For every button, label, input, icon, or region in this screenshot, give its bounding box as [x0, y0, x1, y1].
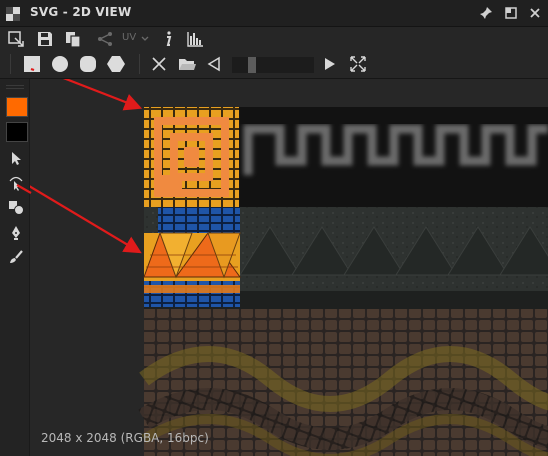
- toolbar-grip: [10, 54, 11, 74]
- copy-icon[interactable]: [63, 29, 83, 49]
- maximize-icon[interactable]: [503, 5, 519, 21]
- toolbar-separator: [139, 54, 140, 74]
- foreground-color-swatch[interactable]: [6, 97, 28, 117]
- title-bar: SVG - 2D VIEW: [0, 0, 548, 27]
- pin-icon[interactable]: [478, 5, 494, 21]
- folder-icon[interactable]: [177, 54, 197, 74]
- texture-canvas[interactable]: [30, 79, 548, 456]
- tool-sidebar: [0, 79, 30, 456]
- previous-icon[interactable]: [204, 54, 224, 74]
- info-icon[interactable]: [158, 29, 178, 49]
- slider-thumb[interactable]: [248, 57, 256, 73]
- node-edit-icon[interactable]: [8, 175, 24, 191]
- sidebar-grip: [6, 88, 24, 89]
- select-arrow-icon[interactable]: [8, 150, 24, 166]
- image-resolution-status: 2048 x 2048 (RGBA, 16bpc): [41, 431, 209, 445]
- uv-dropdown[interactable]: UV: [122, 32, 136, 43]
- navigation-slider[interactable]: [232, 57, 314, 73]
- window-title: SVG - 2D VIEW: [30, 5, 132, 19]
- checker-icon: [6, 6, 20, 21]
- delete-icon[interactable]: [149, 54, 169, 74]
- polygon-icon[interactable]: [106, 54, 126, 74]
- shapes-tool-icon[interactable]: [8, 199, 24, 215]
- histogram-icon[interactable]: [185, 29, 205, 49]
- export-icon[interactable]: [6, 29, 26, 49]
- circle-shape-icon[interactable]: [50, 54, 70, 74]
- close-icon[interactable]: [527, 5, 543, 21]
- chevron-down-icon[interactable]: [140, 29, 150, 49]
- brush-tool-icon[interactable]: [8, 249, 24, 265]
- pen-tool-icon[interactable]: [8, 225, 24, 241]
- share-icon[interactable]: [95, 29, 115, 49]
- sidebar-grip: [6, 85, 24, 86]
- fit-view-icon[interactable]: [348, 54, 368, 74]
- rectangle-shape-icon[interactable]: [22, 54, 42, 74]
- next-icon[interactable]: [320, 54, 340, 74]
- save-icon[interactable]: [35, 29, 55, 49]
- canvas-viewport[interactable]: [30, 79, 548, 456]
- rounded-rectangle-icon[interactable]: [78, 54, 98, 74]
- toolbar-main: UV: [0, 27, 548, 51]
- background-color-swatch[interactable]: [6, 122, 28, 142]
